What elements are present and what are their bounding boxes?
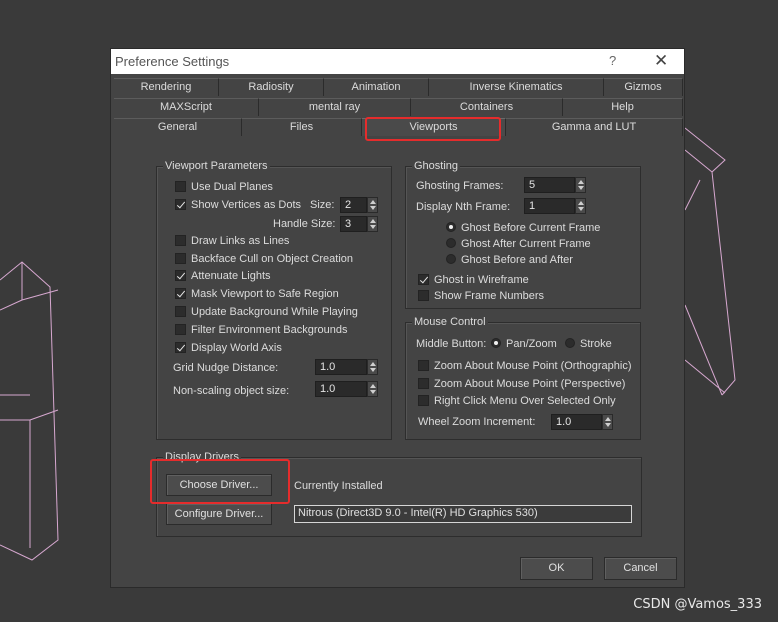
spinner-arrows-icon[interactable] — [367, 359, 378, 375]
tab-files[interactable]: Files — [242, 118, 362, 136]
spinner-arrows-icon[interactable] — [602, 414, 613, 430]
size-spinner[interactable]: 2 — [340, 197, 378, 213]
currently-installed-label: Currently Installed — [294, 480, 383, 492]
checkbox-icon — [418, 290, 429, 301]
checkbox-icon — [175, 253, 186, 264]
radio-icon — [446, 254, 456, 264]
choose-driver-highlight — [150, 459, 290, 504]
tab-rendering[interactable]: Rendering — [114, 78, 219, 96]
ghost-in-wireframe-checkbox[interactable]: Ghost in Wireframe — [418, 272, 529, 288]
tab-row-2: MAXScript mental ray Containers Help — [114, 98, 683, 116]
wheel-zoom-spinner[interactable]: 1.0 — [551, 414, 613, 430]
dialog-title: Preference Settings — [115, 54, 230, 69]
checkbox-checked-icon — [418, 274, 429, 285]
tab-mental-ray[interactable]: mental ray — [259, 98, 411, 116]
configure-driver-button[interactable]: Configure Driver... — [166, 503, 272, 525]
ghost-after-radio[interactable]: Ghost After Current Frame — [446, 236, 591, 252]
radio-selected-icon — [491, 338, 501, 348]
middle-button-label: Middle Button: — [416, 338, 487, 350]
ghosting-frames-label: Ghosting Frames: — [416, 180, 504, 192]
pan-zoom-radio[interactable]: Pan/Zoom — [491, 336, 557, 352]
update-background-checkbox[interactable]: Update Background While Playing — [175, 304, 358, 320]
mouse-control-group: Mouse Control Middle Button: Pan/Zoom St… — [405, 316, 641, 440]
checkbox-icon — [418, 395, 429, 406]
viewport-parameters-group: Viewport Parameters Use Dual Planes Show… — [156, 160, 392, 440]
checkbox-checked-icon — [175, 270, 186, 281]
radio-icon — [446, 238, 456, 248]
backface-cull-checkbox[interactable]: Backface Cull on Object Creation — [175, 251, 353, 267]
tab-maxscript[interactable]: MAXScript — [114, 98, 259, 116]
spinner-arrows-icon[interactable] — [367, 216, 378, 232]
spinner-arrows-icon[interactable] — [575, 198, 586, 214]
non-scaling-label: Non-scaling object size: — [173, 385, 290, 397]
tab-row-1: Rendering Radiosity Animation Inverse Ki… — [114, 78, 683, 96]
display-world-axis-checkbox[interactable]: Display World Axis — [175, 340, 282, 356]
zoom-ortho-checkbox[interactable]: Zoom About Mouse Point (Orthographic) — [418, 358, 631, 374]
tab-containers[interactable]: Containers — [411, 98, 563, 116]
checkbox-checked-icon — [175, 199, 186, 210]
ghosting-group: Ghosting Ghosting Frames: 5 Display Nth … — [405, 160, 641, 309]
wheel-zoom-label: Wheel Zoom Increment: — [418, 416, 536, 428]
stroke-radio[interactable]: Stroke — [565, 336, 612, 352]
close-icon[interactable]: ✕ — [654, 51, 668, 71]
handle-size-spinner[interactable]: 3 — [340, 216, 378, 232]
display-nth-frame-spinner[interactable]: 1 — [524, 198, 586, 214]
help-button[interactable]: ? — [609, 53, 616, 68]
ghosting-label: Ghosting — [412, 160, 461, 173]
title-bar: Preference Settings ? ✕ — [111, 49, 684, 74]
mask-viewport-checkbox[interactable]: Mask Viewport to Safe Region — [175, 286, 339, 302]
viewports-tab-highlight — [365, 117, 501, 141]
checkbox-checked-icon — [175, 288, 186, 299]
grid-nudge-spinner[interactable]: 1.0 — [315, 359, 378, 375]
checkbox-icon — [175, 306, 186, 317]
attenuate-lights-checkbox[interactable]: Attenuate Lights — [175, 268, 271, 284]
tab-gizmos[interactable]: Gizmos — [604, 78, 683, 96]
cancel-button[interactable]: Cancel — [604, 557, 677, 580]
tab-inverse-kinematics[interactable]: Inverse Kinematics — [429, 78, 604, 96]
watermark: CSDN @Vamos_333 — [633, 597, 762, 612]
checkbox-icon — [175, 181, 186, 192]
draw-links-checkbox[interactable]: Draw Links as Lines — [175, 233, 289, 249]
viewport-parameters-label: Viewport Parameters — [163, 160, 270, 173]
radio-icon — [565, 338, 575, 348]
display-nth-frame-label: Display Nth Frame: — [416, 201, 511, 213]
mouse-control-label: Mouse Control — [412, 316, 488, 329]
radio-selected-icon — [446, 222, 456, 232]
ghosting-frames-spinner[interactable]: 5 — [524, 177, 586, 193]
handle-size-label: Handle Size: — [273, 218, 336, 230]
use-dual-planes-checkbox[interactable]: Use Dual Planes — [175, 179, 273, 195]
preference-settings-dialog: Preference Settings ? ✕ Rendering Radios… — [110, 48, 685, 588]
right-click-menu-checkbox[interactable]: Right Click Menu Over Selected Only — [418, 393, 616, 409]
ghost-before-after-radio[interactable]: Ghost Before and After — [446, 252, 573, 268]
ghost-before-radio[interactable]: Ghost Before Current Frame — [446, 220, 600, 236]
show-frame-numbers-checkbox[interactable]: Show Frame Numbers — [418, 288, 544, 304]
spinner-arrows-icon[interactable] — [367, 381, 378, 397]
ok-button[interactable]: OK — [520, 557, 593, 580]
checkbox-icon — [418, 378, 429, 389]
spinner-arrows-icon[interactable] — [367, 197, 378, 213]
checkbox-checked-icon — [175, 342, 186, 353]
tab-general[interactable]: General — [114, 118, 242, 136]
tab-gamma-and-lut[interactable]: Gamma and LUT — [506, 118, 683, 136]
size-label: Size: — [310, 199, 335, 211]
checkbox-icon — [175, 235, 186, 246]
grid-nudge-label: Grid Nudge Distance: — [173, 362, 279, 374]
filter-environment-checkbox[interactable]: Filter Environment Backgrounds — [175, 322, 348, 338]
zoom-perspective-checkbox[interactable]: Zoom About Mouse Point (Perspective) — [418, 376, 625, 392]
checkbox-icon — [175, 324, 186, 335]
non-scaling-spinner[interactable]: 1.0 — [315, 381, 378, 397]
driver-name-field: Nitrous (Direct3D 9.0 - Intel(R) HD Grap… — [294, 505, 632, 523]
tab-radiosity[interactable]: Radiosity — [219, 78, 324, 96]
spinner-arrows-icon[interactable] — [575, 177, 586, 193]
show-vertices-checkbox[interactable]: Show Vertices as Dots — [175, 197, 301, 213]
checkbox-icon — [418, 360, 429, 371]
tab-help[interactable]: Help — [563, 98, 683, 116]
tab-animation[interactable]: Animation — [324, 78, 429, 96]
